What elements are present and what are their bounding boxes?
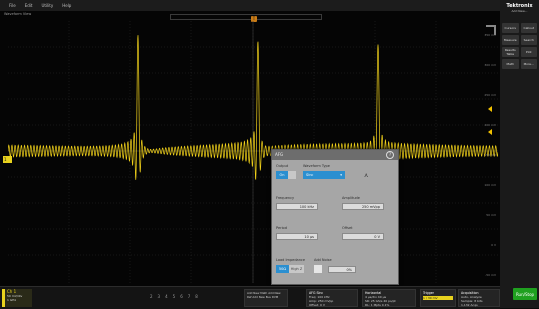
channel-5-button[interactable]: 5 (173, 294, 176, 299)
amplitude-field[interactable]: 250 mVpp (342, 203, 384, 210)
run-stop-button[interactable]: Run/Stop (513, 288, 537, 300)
help-icon[interactable]: ? (386, 151, 394, 159)
menu-edit[interactable]: Edit (25, 3, 33, 8)
channel-8-button[interactable]: 8 (195, 294, 198, 299)
channel-7-button[interactable]: 7 (188, 294, 191, 299)
acquisition-count: 1,132 Acqs (461, 303, 478, 307)
load-impedance-label: Load Impedance (276, 258, 305, 262)
horizontal-record-length: RL: 1 Mpts 0.1% (365, 303, 390, 307)
ch1-badge[interactable]: Ch 1 50 mV/div 1 GHz (2, 289, 32, 307)
horizontal-badge[interactable]: Horizontal 4 µs/div 40 µs SR: 25 GS/s 40… (362, 289, 416, 307)
trigger-level-icon[interactable] (488, 106, 492, 112)
menu-file[interactable]: File (9, 3, 16, 8)
add-bus-button[interactable]: Add New Bus (252, 295, 270, 299)
channel-buttons: 2 3 4 5 6 7 8 (150, 294, 198, 299)
y-label: 300 mV (484, 63, 496, 67)
y-label: 150 mV (484, 153, 496, 157)
acquisition-badge[interactable]: Acquisition Auto, Analyze Sample: 8 bits… (458, 289, 500, 307)
dvm-button[interactable]: DVM (272, 295, 278, 299)
add-noise-field[interactable]: 0% (328, 266, 356, 273)
search-button[interactable]: Search (520, 35, 537, 45)
channel-3-button[interactable]: 3 (158, 294, 161, 299)
channel-2-button[interactable]: 2 (150, 294, 153, 299)
y-axis-labels: 350 mV 300 mV 250 mV 200 mV 150 mV 100 m… (484, 33, 496, 277)
frequency-field[interactable]: 100 kHz (276, 203, 318, 210)
more-button[interactable]: More... (520, 59, 537, 69)
trigger-value: 1 / 30 mV (423, 296, 453, 300)
math-button[interactable]: Math (502, 59, 519, 69)
ch1-bandwidth: 1 GHz (7, 298, 17, 302)
menu-help[interactable]: Help (62, 3, 71, 8)
waveform-type-select[interactable]: Sinc ▾ (303, 171, 345, 179)
y-label: -50 mV (485, 273, 496, 277)
output-label: Output (276, 164, 289, 168)
frequency-label: Frequency (276, 196, 295, 200)
output-on-button[interactable]: On (276, 171, 288, 179)
waveform-plot (8, 21, 498, 283)
load-high-z-button[interactable]: High Z (289, 265, 304, 273)
offset-label: Offset (342, 226, 353, 230)
period-label: Period (276, 226, 287, 230)
afg-dialog-title: AFG (275, 152, 284, 157)
measure-button[interactable]: Measure (502, 35, 519, 45)
load-50-ohm-button[interactable]: 50Ω (276, 265, 289, 273)
afg-badge[interactable]: AFG Sinc Freq: 100 kHz Amp: 250 mVpp Off… (306, 289, 358, 307)
add-new-grid: Cursors Callout Measure Search Results T… (500, 21, 539, 71)
waveform-type-value: Sinc (306, 173, 314, 177)
output-off-toggle[interactable] (288, 171, 296, 179)
waveform-view[interactable]: Waveform View T 350 mV 300 mV 250 mV 200… (0, 11, 500, 286)
cursors-button[interactable]: Cursors (502, 23, 519, 33)
waveform-view-title: Waveform View (4, 12, 32, 16)
offset-field[interactable]: 0 V (342, 233, 384, 240)
trigger-level-marker-icon[interactable] (488, 129, 492, 135)
settings-bar: Ch 1 50 mV/div 1 GHz 2 3 4 5 6 7 8 Add N… (0, 286, 500, 309)
record-overview-strip[interactable] (170, 14, 322, 20)
chevron-down-icon: ▾ (340, 173, 342, 177)
results-table-button[interactable]: Results Table (502, 47, 519, 57)
menu-bar: File Edit Utility Help (0, 0, 500, 11)
period-field[interactable]: 10 µs (276, 233, 318, 240)
y-label: 100 mV (484, 183, 496, 187)
right-panel: Tektronix Add New... Cursors Callout Mea… (500, 0, 539, 308)
add-new-buttons: Add New Math Add New Ref Add New Bus DVM (244, 289, 288, 307)
y-label: 50 mV (486, 213, 496, 217)
trigger-badge[interactable]: Trigger 1 / 30 mV (420, 289, 456, 307)
afg-dialog: AFG ? Output On Waveform Type Sinc ▾ ⋏ F… (271, 149, 399, 285)
menu-utility[interactable]: Utility (41, 3, 53, 8)
y-label: 250 mV (484, 93, 496, 97)
add-noise-checkbox[interactable] (314, 265, 322, 273)
y-label: 0 V (491, 243, 496, 247)
amplitude-label: Amplitude (342, 196, 360, 200)
afg-dialog-header[interactable]: AFG ? (272, 150, 398, 160)
waveform-type-label: Waveform Type (303, 164, 330, 168)
trigger-title: Trigger (423, 291, 434, 295)
y-label: 200 mV (484, 123, 496, 127)
channel-6-button[interactable]: 6 (180, 294, 183, 299)
ch1-offset-marker[interactable]: 1 (3, 156, 12, 163)
plot-button[interactable]: Plot (520, 47, 537, 57)
afg-badge-offset: Offset: 0 V (309, 303, 325, 307)
sinc-waveform-icon: ⋏ (364, 172, 369, 179)
channel-4-button[interactable]: 4 (165, 294, 168, 299)
y-label: 350 mV (484, 33, 496, 37)
add-new-label: Add New... (511, 9, 528, 13)
add-noise-label: Add Noise (314, 258, 332, 262)
callout-button[interactable]: Callout (520, 23, 537, 33)
